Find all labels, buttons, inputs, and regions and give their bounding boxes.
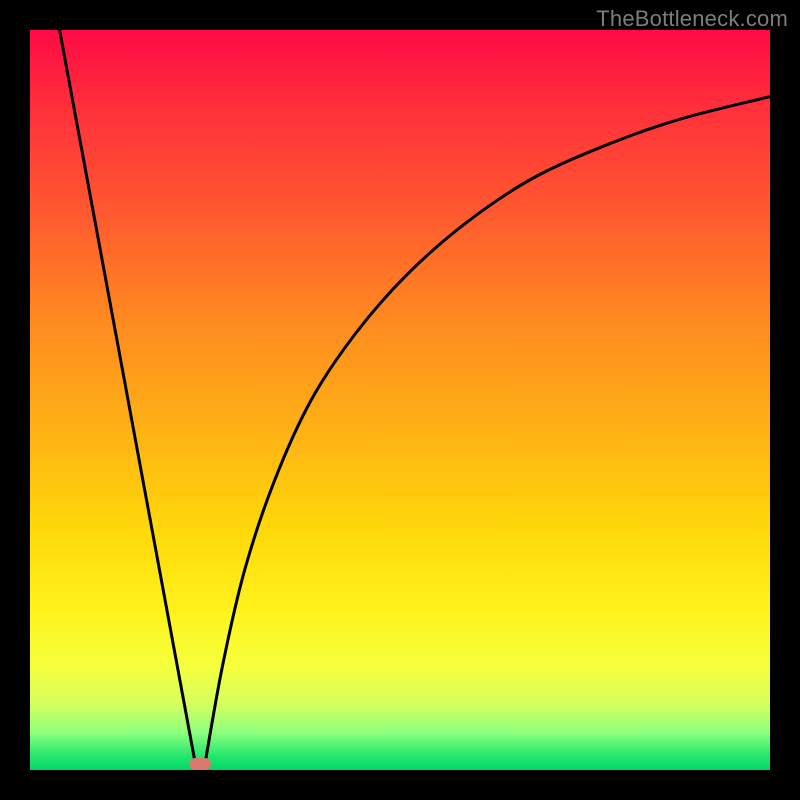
curve-left-branch [60, 30, 197, 770]
plot-area [30, 30, 770, 770]
chart-frame: TheBottleneck.com [0, 0, 800, 800]
min-marker [189, 758, 211, 770]
curve-right-branch [204, 97, 770, 770]
bottleneck-curve [30, 30, 770, 770]
watermark-text: TheBottleneck.com [596, 6, 788, 32]
